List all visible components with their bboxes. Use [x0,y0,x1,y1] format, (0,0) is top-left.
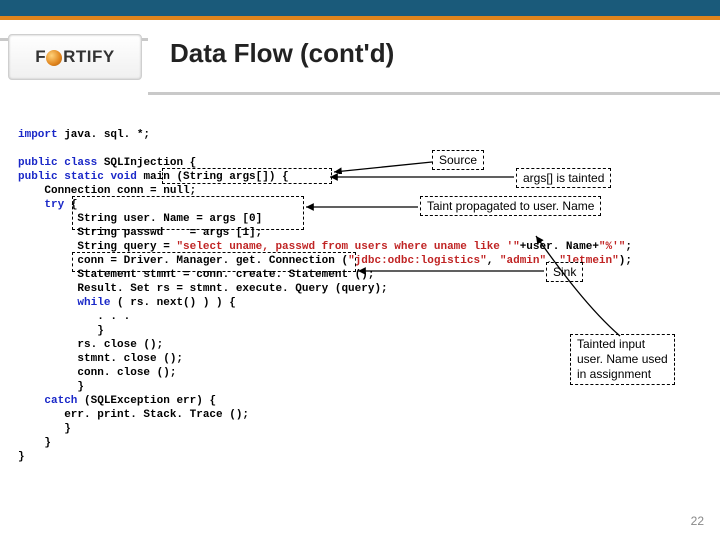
dash-main-sig [162,168,332,184]
t [18,395,44,407]
code-concat-username: +user. Name+ [520,241,599,253]
t [18,297,77,309]
logo-orb-icon [46,50,62,66]
callout-taint-prop: Taint propagated to user. Name [420,196,601,216]
kw-try: try [44,199,64,211]
kw-static: static [64,171,104,183]
str: "%'" [599,241,625,253]
t: . . . [18,311,130,323]
dash-stmt-block [72,252,356,272]
t [18,199,44,211]
kw-void: void [110,171,136,183]
t: stmnt. close (); [18,353,183,365]
str: "admin" [500,255,546,267]
kw-class: class [64,157,97,169]
callout-sink: Sink [546,262,583,282]
top-accent-bar [0,0,720,20]
t: , [487,255,500,267]
kw-catch: catch [44,395,77,407]
kw-while: while [77,297,110,309]
t: } [18,325,104,337]
logo-text-pre: F [35,47,46,67]
callout-args-tainted: args[] is tainted [516,168,611,188]
t: err. print. Stack. Trace (); [18,409,249,421]
t: } [18,437,51,449]
t: java. sql. *; [58,129,150,141]
fortify-logo: F RTIFY [8,34,142,80]
slide-title: Data Flow (cont'd) [170,38,394,69]
kw-public: public [18,157,58,169]
t: ; [625,241,632,253]
dash-try-block [72,196,304,230]
t: } [18,423,71,435]
callout-tainted-input-text: Tainted input user. Name used in assignm… [577,337,668,381]
callout-tainted-input: Tainted input user. Name used in assignm… [570,334,675,385]
t: ( rs. next() ) ) { [110,297,235,309]
kw-public: public [18,171,58,183]
t: } [18,381,84,393]
t: ); [619,255,632,267]
callout-source: Source [432,150,484,170]
gray-rule [148,92,720,95]
t: rs. close (); [18,339,163,351]
t: (SQLException err) { [77,395,216,407]
slide-number: 22 [691,514,704,528]
code-execute-query: Result. Set rs = stmnt. execute. Query (… [18,283,388,295]
header: F RTIFY Data Flow (cont'd) [0,20,720,98]
t: conn. close (); [18,367,176,379]
logo-text-post: RTIFY [63,47,115,67]
kw-import: import [18,129,58,141]
t: } [18,451,25,463]
str: "jdbc:odbc:logistics" [348,255,487,267]
